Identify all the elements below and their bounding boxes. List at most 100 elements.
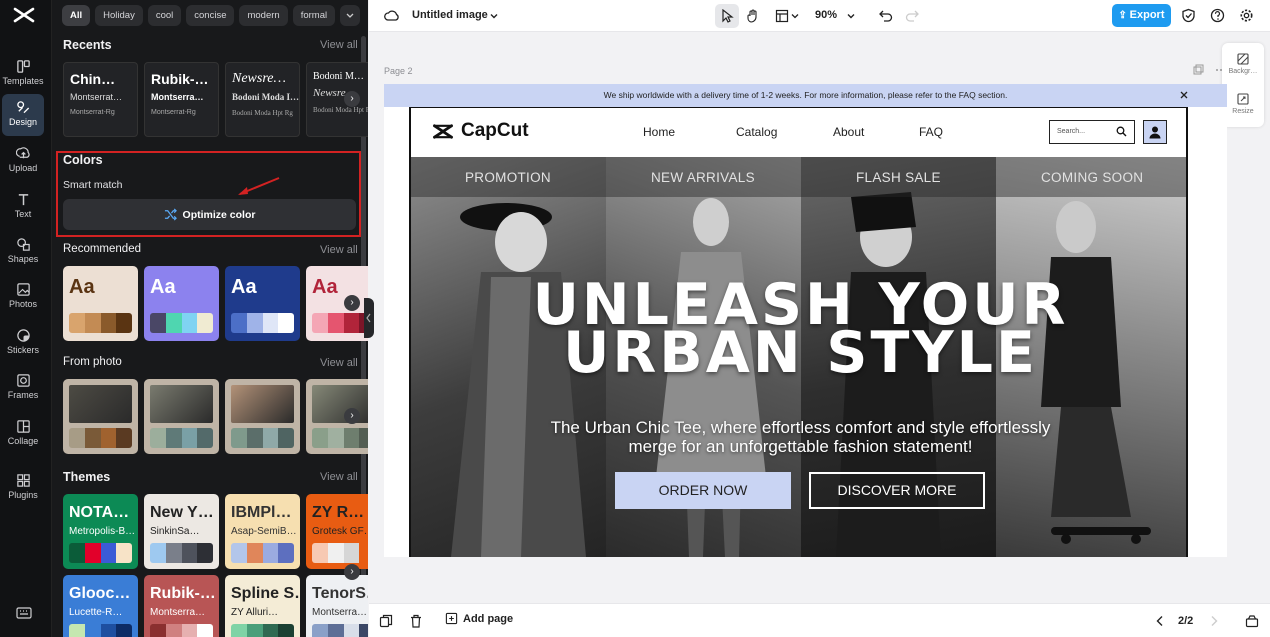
color-swatch: [231, 543, 247, 563]
hero-subline-line1: The Urban Chic Tee, where effortless com…: [550, 418, 1051, 437]
theme-card[interactable]: Glooc… Lucette-R…: [63, 575, 138, 637]
recent-font-card[interactable]: Chin… Montserrat… Montserrat-Rg: [63, 62, 138, 137]
recents-view-all[interactable]: View all: [320, 39, 358, 51]
chip-all[interactable]: All: [62, 5, 91, 26]
hero-section[interactable]: PROMOTION NEW ARRIVALS FLASH SALE COMING…: [409, 157, 1188, 557]
category-new-arrivals[interactable]: NEW ARRIVALS: [651, 170, 755, 185]
rail-collage[interactable]: Collage: [2, 413, 44, 455]
theme-card[interactable]: Spline S… ZY Alluri…: [225, 575, 300, 637]
from-photo-view-all[interactable]: View all: [320, 357, 358, 369]
nav-catalog[interactable]: Catalog: [736, 125, 777, 139]
rail-photos[interactable]: Photos: [2, 276, 44, 318]
rail-stickers[interactable]: Stickers: [2, 322, 44, 364]
chevron-down-icon[interactable]: [846, 11, 856, 21]
photo-palette-card[interactable]: [63, 379, 138, 454]
keyboard-shortcuts-icon[interactable]: [16, 606, 32, 620]
recent-font-card[interactable]: Newsre… Bodoni Moda I… Bodoni Moda Hpt R…: [225, 62, 300, 137]
nav-home[interactable]: Home: [643, 125, 675, 139]
recommended-palette-card[interactable]: Aa: [225, 266, 300, 341]
user-icon: [1149, 126, 1161, 139]
theme-heading-font: Spline S…: [231, 585, 300, 602]
order-now-button[interactable]: ORDER NOW: [615, 472, 791, 509]
color-swatch: [116, 543, 132, 563]
top-toolbar: Untitled image 90% ⇪ Export: [369, 0, 1270, 32]
background-tool[interactable]: Backgr…: [1222, 53, 1264, 75]
rail-shapes[interactable]: Shapes: [2, 231, 44, 273]
rail-upload[interactable]: Upload: [2, 140, 44, 182]
nav-about[interactable]: About: [833, 125, 864, 139]
recommended-view-all[interactable]: View all: [320, 244, 358, 256]
chevron-left-icon[interactable]: [1153, 614, 1167, 628]
rail-plugins[interactable]: Plugins: [2, 467, 44, 509]
color-swatch: [100, 543, 117, 563]
recents-next-button[interactable]: ›: [344, 91, 360, 107]
document-title[interactable]: Untitled image: [412, 9, 488, 21]
nav-faq[interactable]: FAQ: [919, 125, 943, 139]
rail-frames[interactable]: Frames: [2, 367, 44, 409]
site-user-button[interactable]: [1143, 120, 1167, 144]
theme-card[interactable]: NOTA… Metropolis-B…: [63, 494, 138, 569]
photo-palette-card[interactable]: [225, 379, 300, 454]
site-search-input[interactable]: Search...: [1049, 120, 1135, 144]
category-promotion[interactable]: PROMOTION: [465, 170, 551, 185]
add-page-button[interactable]: Add page: [445, 612, 513, 625]
panel-collapse-handle[interactable]: [364, 298, 374, 338]
design-canvas[interactable]: We ship worldwide with a delivery time o…: [384, 84, 1227, 557]
color-swatch: [231, 428, 247, 448]
select-tool-button[interactable]: [715, 4, 739, 28]
themes-next-button[interactable]: ›: [344, 564, 360, 580]
color-swatch: [84, 624, 101, 637]
hand-tool-button[interactable]: [741, 4, 765, 28]
rail-text[interactable]: Text: [2, 186, 44, 228]
chips-expand-button[interactable]: [340, 5, 360, 26]
color-swatch: [343, 428, 360, 448]
gear-icon[interactable]: [1239, 8, 1254, 23]
shield-check-icon[interactable]: [1181, 8, 1196, 23]
category-flash-sale[interactable]: FLASH SALE: [856, 170, 941, 185]
announcement-bar[interactable]: We ship worldwide with a delivery time o…: [384, 84, 1227, 107]
recommended-palette-card[interactable]: Aa: [144, 266, 219, 341]
export-button[interactable]: ⇪ Export: [1112, 4, 1171, 27]
discover-more-button[interactable]: DISCOVER MORE: [809, 472, 985, 509]
chip-modern[interactable]: modern: [239, 5, 288, 26]
layout-menu-button[interactable]: [771, 4, 803, 28]
recommended-palette-card[interactable]: Aa: [63, 266, 138, 341]
photo-palette-card[interactable]: [144, 379, 219, 454]
close-icon[interactable]: [1178, 89, 1190, 101]
site-header[interactable]: CapCut Home Catalog About FAQ Search...: [409, 107, 1188, 157]
capcut-logo-icon[interactable]: [12, 5, 36, 25]
help-icon[interactable]: [1210, 8, 1225, 23]
recommended-next-button[interactable]: ›: [344, 295, 360, 311]
cloud-save-icon[interactable]: [384, 8, 400, 24]
chevron-right-icon[interactable]: [1207, 614, 1221, 628]
resize-tool[interactable]: Resize: [1222, 93, 1264, 115]
theme-card[interactable]: Rubik-… Montserra…: [144, 575, 219, 637]
shuffle-icon: [164, 208, 177, 221]
duplicate-page-icon[interactable]: [379, 614, 393, 628]
pages-panel-icon[interactable]: [1245, 614, 1259, 628]
redo-icon[interactable]: [905, 8, 920, 23]
theme-card[interactable]: ZY R… Grotesk GF…: [306, 494, 368, 569]
chip-holiday[interactable]: Holiday: [95, 5, 143, 26]
zoom-level[interactable]: 90%: [815, 9, 837, 21]
theme-card[interactable]: TenorS… Montserra…: [306, 575, 368, 637]
optimize-color-button[interactable]: Optimize color: [63, 199, 356, 230]
theme-heading-font: IBMPl…: [231, 504, 292, 521]
themes-view-all[interactable]: View all: [320, 471, 358, 483]
chip-concise[interactable]: concise: [186, 5, 235, 26]
chevron-down-icon[interactable]: [489, 11, 499, 21]
rail-templates[interactable]: Templates: [2, 53, 44, 95]
theme-card[interactable]: New Y… SinkinSa…: [144, 494, 219, 569]
recent-font-card[interactable]: Rubik-… Montserra… Montserrat-Rg: [144, 62, 219, 137]
from-photo-next-button[interactable]: ›: [344, 408, 360, 424]
theme-body-font: Lucette-R…: [69, 607, 123, 618]
category-coming-soon[interactable]: COMING SOON: [1041, 170, 1143, 185]
undo-icon[interactable]: [878, 8, 893, 23]
theme-heading-font: ZY R…: [312, 504, 365, 521]
rail-design[interactable]: Design: [2, 94, 44, 136]
chip-cool[interactable]: cool: [147, 5, 182, 26]
recent-font-body: Montserrat-Rg: [70, 109, 115, 116]
trash-icon[interactable]: [409, 614, 423, 628]
chip-formal[interactable]: formal: [292, 5, 336, 26]
theme-card[interactable]: IBMPl… Asap-SemiB…: [225, 494, 300, 569]
